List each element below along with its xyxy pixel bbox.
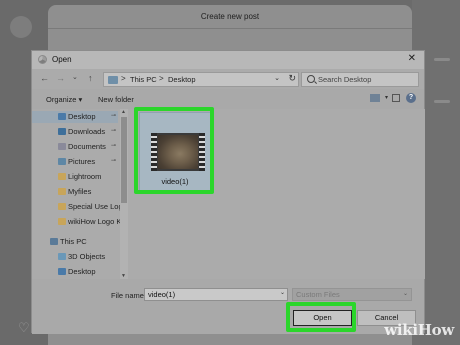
folder-icon [58, 218, 66, 225]
file-name-value: video(1) [148, 290, 176, 299]
dialog-titlebar: Open ✕ [32, 51, 424, 69]
folder-icon [108, 76, 118, 84]
back-arrow-icon[interactable]: ← [40, 73, 49, 83]
file-name-label: File name: [111, 291, 147, 300]
sidebar-item-pictures[interactable]: Pictures ⊸ [32, 156, 118, 168]
dialog-title: Open [52, 55, 72, 64]
highlight-open-button [286, 302, 356, 332]
breadcrumb-this-pc[interactable]: This PC [130, 75, 157, 84]
forward-arrow-icon[interactable]: → [56, 73, 65, 83]
download-folder-icon [58, 128, 66, 135]
folder-icon [58, 173, 66, 180]
sidebar-item-label: Special Use Logo [68, 202, 127, 211]
sidebar-item-label: Myfiles [68, 187, 92, 196]
file-name-input[interactable]: video(1) ⌄ [144, 288, 288, 301]
folder-icon [58, 188, 66, 195]
chevron-down-icon[interactable]: ⌄ [274, 74, 280, 82]
highlight-file-video [134, 107, 214, 194]
scroll-up-icon[interactable]: ▲ [121, 109, 126, 115]
sidebar-item-desktop-pc[interactable]: Desktop [32, 266, 118, 278]
desktop-icon [58, 268, 66, 275]
sidebar-item-special-use-logo[interactable]: Special Use Logo [32, 201, 127, 213]
pictures-folder-icon [58, 158, 66, 165]
recent-locations-icon[interactable]: ⌄ [72, 73, 78, 81]
pin-icon: ⊸ [110, 128, 116, 134]
3d-objects-icon [58, 253, 66, 260]
command-bar: Organize ▾ New folder ▾ ? [32, 89, 424, 109]
sidebar-item-this-pc[interactable]: This PC [32, 236, 118, 248]
breadcrumb-separator: > [159, 74, 164, 83]
sidebar-item-lightroom[interactable]: Lightroom [32, 171, 118, 183]
search-placeholder: Search Desktop [318, 75, 372, 84]
up-arrow-icon[interactable]: ↑ [88, 73, 93, 83]
pin-icon: ⊸ [110, 158, 116, 164]
sidebar-item-label: wikiHow Logo Ki [68, 217, 124, 226]
view-options-icon[interactable] [370, 94, 380, 102]
sidebar-item-desktop[interactable]: Desktop ⊸ [32, 111, 118, 123]
sidebar-item-label: Lightroom [68, 172, 102, 181]
open-file-dialog: Open ✕ ← → ⌄ ↑ > This PC > Desktop ⌄ ↻ S… [31, 50, 425, 334]
pin-icon: ⊸ [110, 143, 116, 149]
sidebar-item-label: 3D Objects [68, 252, 106, 261]
address-bar[interactable]: > This PC > Desktop ⌄ ↻ [103, 72, 299, 87]
refresh-icon[interactable]: ↻ [288, 73, 296, 84]
sidebar-item-label: This PC [60, 237, 87, 246]
dialog-footer: File name: video(1) ⌄ Custom Files ⌄ Ope… [32, 279, 424, 334]
sidebar-scrollbar[interactable]: ▲ ▼ [120, 109, 128, 279]
sidebar-item-label: Desktop [68, 267, 96, 276]
heart-icon: ♡ [18, 320, 30, 335]
chevron-down-icon[interactable]: ⌄ [280, 289, 285, 296]
sidebar-item-downloads[interactable]: Downloads ⊸ [32, 126, 118, 138]
sidebar-item-myfiles[interactable]: Myfiles [32, 186, 118, 198]
close-icon[interactable]: ✕ [408, 53, 416, 64]
preview-pane-icon[interactable] [392, 94, 400, 102]
navigation-bar: ← → ⌄ ↑ > This PC > Desktop ⌄ ↻ Search D… [32, 69, 424, 89]
more-options-icon [434, 100, 450, 103]
file-type-value: Custom Files [296, 290, 340, 299]
help-icon[interactable]: ? [406, 93, 416, 103]
documents-folder-icon [58, 143, 66, 150]
file-type-select[interactable]: Custom Files ⌄ [292, 288, 412, 301]
breadcrumb-separator: > [121, 74, 126, 83]
scroll-thumb[interactable] [121, 117, 127, 203]
organize-button[interactable]: Organize ▾ [46, 95, 82, 104]
sidebar-item-wikihow-logo[interactable]: wikiHow Logo Ki [32, 216, 123, 228]
chrome-icon [38, 55, 47, 64]
breadcrumb-desktop[interactable]: Desktop [168, 75, 196, 84]
sidebar-item-label: Desktop [68, 112, 96, 121]
sidebar-item-label: Documents [68, 142, 106, 151]
desktop-icon [58, 113, 66, 120]
search-icon [307, 75, 315, 83]
more-options-icon [434, 58, 450, 61]
computer-icon [50, 238, 58, 245]
chevron-down-icon[interactable]: ⌄ [403, 290, 408, 297]
watermark: wikiHow [384, 321, 454, 339]
pin-icon: ⊸ [110, 113, 116, 119]
new-folder-button[interactable]: New folder [98, 95, 134, 104]
navigation-pane: Desktop ⊸ Downloads ⊸ Documents ⊸ Pictur… [32, 109, 128, 279]
avatar [10, 16, 32, 38]
folder-icon [58, 203, 66, 210]
modal-title: Create new post [48, 5, 412, 29]
sidebar-item-documents[interactable]: Documents ⊸ [32, 141, 118, 153]
sidebar-item-3d-objects[interactable]: 3D Objects [32, 251, 118, 263]
sidebar-item-label: Downloads [68, 127, 106, 136]
search-input[interactable]: Search Desktop [301, 72, 419, 87]
sidebar-item-label: Pictures [68, 157, 96, 166]
view-dropdown-icon[interactable]: ▾ [385, 94, 388, 101]
